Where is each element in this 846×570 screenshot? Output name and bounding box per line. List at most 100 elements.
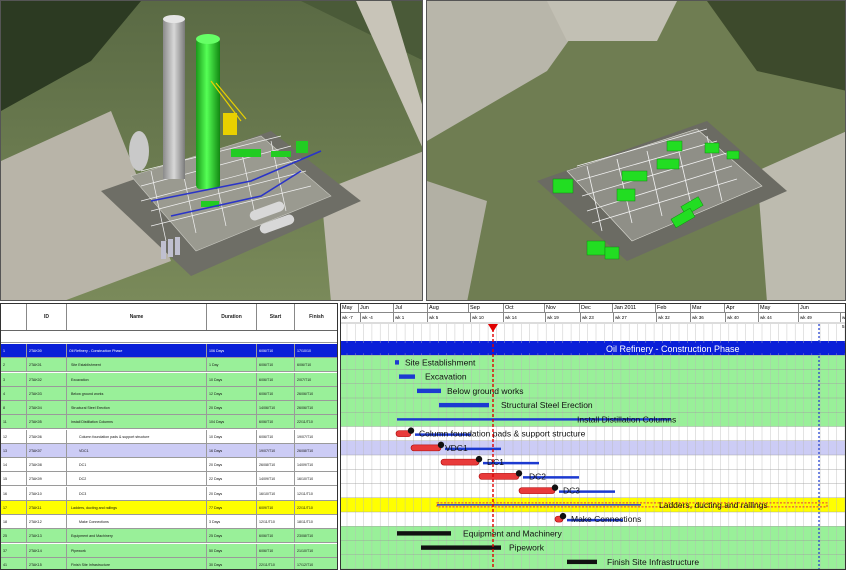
task-id: 2TAK03 <box>27 386 67 401</box>
task-name[interactable]: DC1 <box>67 458 207 472</box>
task-row[interactable]: 11 2TAK05 Install Distillation Columns 104 … <box>1 415 337 430</box>
task-row[interactable]: 8 2TAK04 Structural Steel Erection 20 Days 1… <box>1 401 337 415</box>
task-name[interactable]: Pipework <box>67 543 207 558</box>
task-finish: 17/10/10 <box>295 344 337 358</box>
task-row[interactable]: 16 2TAK10 DC3 20 Days 16/10/T10 12/11/T10 <box>1 486 337 501</box>
col-header-num[interactable] <box>1 304 27 330</box>
task-id: 2TAK08 <box>27 458 67 472</box>
task-name[interactable]: Site Establishment <box>67 358 207 373</box>
task-duration: 1 Day <box>207 358 257 373</box>
gantt-canvas: Site Establishment Excavation Below ground… <box>341 322 845 569</box>
task-row[interactable]: 25 2TAK13 Equipment and Machinery 25 Days 6/… <box>1 529 337 544</box>
task-num: 8 <box>1 401 27 415</box>
task-name[interactable]: Below ground works <box>67 386 207 401</box>
task-duration: 16 Days <box>207 443 257 458</box>
task-num: 41 <box>1 557 27 569</box>
task-duration: 104 Days <box>207 415 257 430</box>
task-finish: 22/11/T10 <box>295 501 337 515</box>
task-row[interactable]: 12 2TAK06 Column foundation pads & support… <box>1 429 337 444</box>
gantt-label: Equipment and Machinery <box>463 528 563 538</box>
gantt-label: Column foundation pads & support structu… <box>419 429 586 439</box>
gantt-chart[interactable]: May Jun Jul Aug Sep Oct Nov Dec Jan 2011 Feb Mar Ap… <box>340 303 846 570</box>
task-row[interactable]: 13 2TAK07 VDC1 16 Days 19/07/T10 26/08/T10 <box>1 443 337 458</box>
col-header-name[interactable]: Name <box>67 304 207 330</box>
task-start: 14/06/T10 <box>257 401 295 415</box>
task-row[interactable]: 18 2TAK12 Make Connections 3 Days 12/11/T10 1… <box>1 515 337 529</box>
col-header-finish[interactable]: Finish <box>295 304 337 330</box>
task-start: 6/06/T10 <box>257 415 295 430</box>
task-id: 2TAK15 <box>27 557 67 569</box>
task-duration: 25 Days <box>207 529 257 544</box>
task-id: 2TAK12 <box>27 515 67 529</box>
gantt-label: Structural Steel Erection <box>501 400 593 410</box>
task-name[interactable]: DC3 <box>67 486 207 501</box>
task-num: 15 <box>1 472 27 487</box>
task-duration: 20 Days <box>207 458 257 472</box>
task-id: 2TAK13 <box>27 529 67 544</box>
task-finish: 21/10/T10 <box>295 544 337 558</box>
gantt-summary-label: Oil Refinery - Construction Phase <box>606 344 740 354</box>
task-name[interactable]: Oil Refinery - Construction Phase <box>67 344 207 358</box>
task-name[interactable]: Structural Steel Erection <box>67 401 207 415</box>
task-name[interactable]: DC2 <box>67 472 207 487</box>
task-start: 6/06/T10 <box>257 344 295 358</box>
task-finish: 26/06/T10 <box>295 401 337 415</box>
task-id: 2TAK04 <box>27 401 67 415</box>
3d-view-full-model[interactable] <box>0 0 423 301</box>
gantt-label: Make Connections <box>571 514 641 524</box>
gantt-bar <box>399 374 415 379</box>
task-name[interactable]: Equipment and Machinery <box>67 529 207 544</box>
task-row[interactable]: 4 2TAK03 Below ground works 12 Days 6/06/T10… <box>1 386 337 401</box>
task-duration: 106 Days <box>207 344 257 358</box>
task-duration: 22 Days <box>207 472 257 487</box>
task-duration: 20 Days <box>207 401 257 415</box>
task-finish: 23/08/T10 <box>295 529 337 543</box>
task-start: 6/09/T10 <box>257 500 295 515</box>
task-finish: 17/12/T10 <box>295 558 337 569</box>
task-name[interactable]: Column foundation pads & support structu… <box>67 429 207 444</box>
task-num: 3 <box>1 372 27 387</box>
task-name[interactable]: Make Connections <box>67 515 207 529</box>
task-finish: 2/07/T10 <box>295 373 337 387</box>
3d-view-progress-model[interactable] <box>426 0 846 301</box>
task-num: 17 <box>1 500 27 515</box>
task-row[interactable]: 2 2TAK01 Site Establishment 1 Day 6/06/T10 6/… <box>1 358 337 373</box>
task-row[interactable]: 3 2TAK02 Excavation 10 Days 6/06/T10 2/07/T10 <box>1 372 337 387</box>
task-id: 2TAK11 <box>27 500 67 515</box>
task-finish: 16/10/T10 <box>295 472 337 486</box>
gantt-milestone-marker <box>475 455 483 463</box>
task-name[interactable]: Finish Site Infrastructure <box>67 557 207 569</box>
task-row[interactable]: 15 2TAK09 DC2 22 Days 14/09/T10 16/10/T10 <box>1 472 337 487</box>
col-header-duration[interactable]: Duration <box>207 304 257 330</box>
task-start: 6/06/T10 <box>257 358 295 373</box>
task-row[interactable]: 14 2TAK08 DC1 20 Days 26/08/T10 14/09/T10 <box>1 458 337 472</box>
task-id: 2TAK14 <box>27 543 67 558</box>
task-name[interactable]: Ladders, ducting and railings <box>67 500 207 515</box>
task-id: 2TAK09 <box>27 472 67 487</box>
task-name[interactable]: Install Distillation Columns <box>67 415 207 430</box>
task-duration: 77 Days <box>207 500 257 515</box>
task-num: 4 <box>1 386 27 401</box>
task-row[interactable]: 1 2TAK00 Oil Refinery - Construction Phase… <box>1 344 337 358</box>
task-row[interactable]: 37 2TAK14 Pipework 50 Days 6/06/T10 21/10/T10 <box>1 543 337 558</box>
task-row[interactable]: 17 2TAK11 Ladders, ducting and railings 77 … <box>1 500 337 515</box>
refinery-render-full <box>1 1 422 300</box>
gantt-critical-bar <box>478 473 520 480</box>
col-header-start[interactable]: Start <box>257 304 295 330</box>
task-start: 19/07/T10 <box>257 443 295 458</box>
task-num: 16 <box>1 486 27 501</box>
task-grid[interactable]: ID Name Duration Start Finish 1 2TAK00 Oil… <box>0 303 338 570</box>
task-name[interactable]: Excavation <box>67 372 207 387</box>
task-start: 26/08/T10 <box>257 458 295 472</box>
task-name[interactable]: VDC1 <box>67 443 207 458</box>
gantt-milestone-marker <box>515 470 523 477</box>
task-duration: 3 Days <box>207 515 257 529</box>
task-num: 25 <box>1 529 27 544</box>
gantt-label: Below ground works <box>447 386 524 396</box>
task-row[interactable]: 41 2TAK15 Finish Site Infrastructure 30 Day… <box>1 557 337 569</box>
task-duration: 10 Days <box>207 429 257 444</box>
col-header-id[interactable]: ID <box>27 304 67 330</box>
gantt-critical-bar <box>410 444 442 452</box>
task-id: 2TAK07 <box>27 443 67 458</box>
gantt-label: Pipework <box>509 543 545 553</box>
